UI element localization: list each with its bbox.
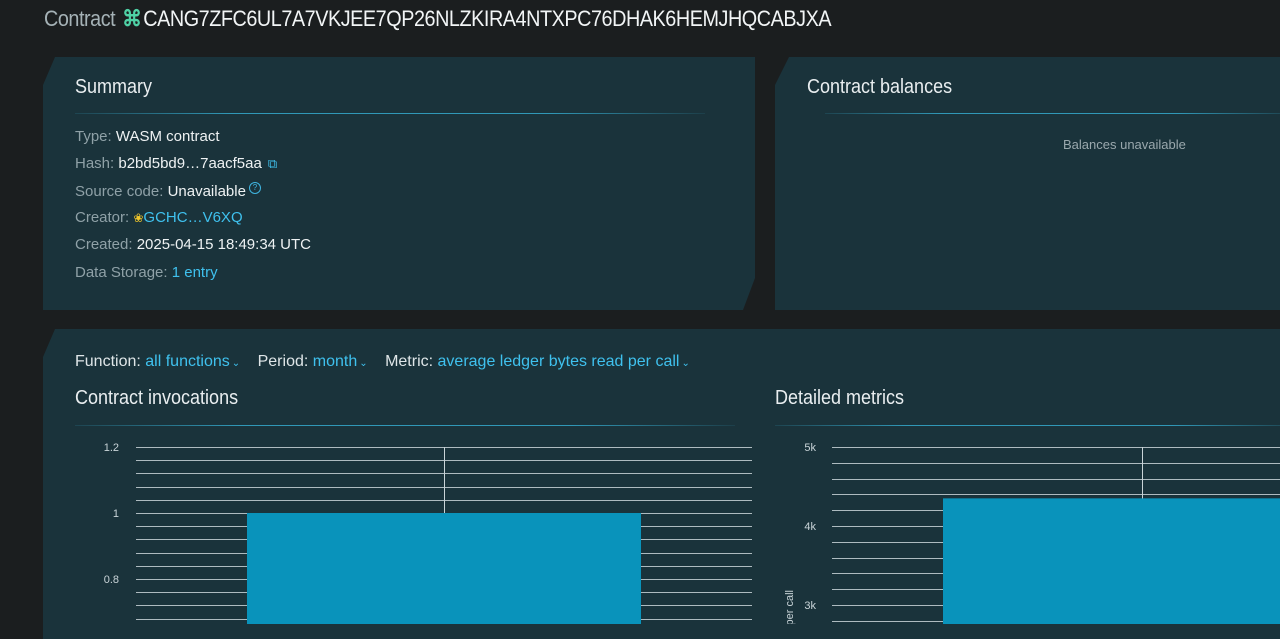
filter-bar: Function: all functions⌄ Period: month⌄ … [75,353,703,371]
detailed-divider [775,425,1280,426]
function-label: Function: [75,353,141,370]
help-icon[interactable]: ? [249,182,261,194]
invocations-title: Contract invocations [75,387,238,410]
invocations-divider [75,425,735,426]
created-value: 2025-04-15 18:49:34 UTC [137,236,311,253]
function-dropdown[interactable]: all functions [145,353,230,370]
type-label: Type: [75,128,112,145]
charts-card: Function: all functions⌄ Period: month⌄ … [43,329,1280,639]
storage-link[interactable]: 1 entry [172,264,218,281]
balances-empty-message: Balances unavailable [1063,137,1186,152]
created-row: Created: 2025-04-15 18:49:34 UTC [75,236,311,253]
summary-card: Summary Type: WASM contract Hash: b2bd5b… [43,57,755,310]
contract-icon: ⌘ [122,6,141,31]
contract-address: CANG7ZFC6UL7A7VKJEE7QP26NLZKIRA4NTXPC76D… [143,6,831,31]
chevron-down-icon[interactable]: ⌄ [232,358,240,369]
creator-label: Creator: [75,209,129,226]
summary-divider [75,113,705,114]
chevron-down-icon[interactable]: ⌄ [359,358,367,369]
source-label: Source code: [75,183,163,200]
page-title-label: Contract [44,6,115,31]
copy-icon[interactable]: ⧉ [268,156,277,171]
created-label: Created: [75,236,133,253]
type-row: Type: WASM contract [75,128,220,145]
hash-value: b2bd5bd9…7aacf5aa [118,155,261,172]
storage-label: Data Storage: [75,264,168,281]
balances-title: Contract balances [807,76,952,99]
type-value: WASM contract [116,128,220,145]
hash-row: Hash: b2bd5bd9…7aacf5aa ⧉ [75,155,277,172]
period-label: Period: [258,353,309,370]
period-dropdown[interactable]: month [313,353,357,370]
balances-card: Contract balances Balances unavailable [775,57,1280,310]
page-title: Contract ⌘CANG7ZFC6UL7A7VKJEE7QP26NLZKIR… [44,6,831,32]
metric-dropdown[interactable]: average ledger bytes read per call [438,353,680,370]
detailed-title: Detailed metrics [775,387,904,410]
storage-row: Data Storage: 1 entry [75,264,218,281]
source-row: Source code: Unavailable? [75,182,261,200]
metric-label: Metric: [385,353,433,370]
account-icon: ❀ [133,211,143,225]
creator-row: Creator: ❀GCHC…V6XQ [75,209,243,226]
source-value: Unavailable [168,183,246,200]
creator-link[interactable]: GCHC…V6XQ [143,209,242,226]
chevron-down-icon[interactable]: ⌄ [681,358,689,369]
hash-label: Hash: [75,155,114,172]
balances-divider [825,113,1280,114]
summary-title: Summary [75,76,152,99]
